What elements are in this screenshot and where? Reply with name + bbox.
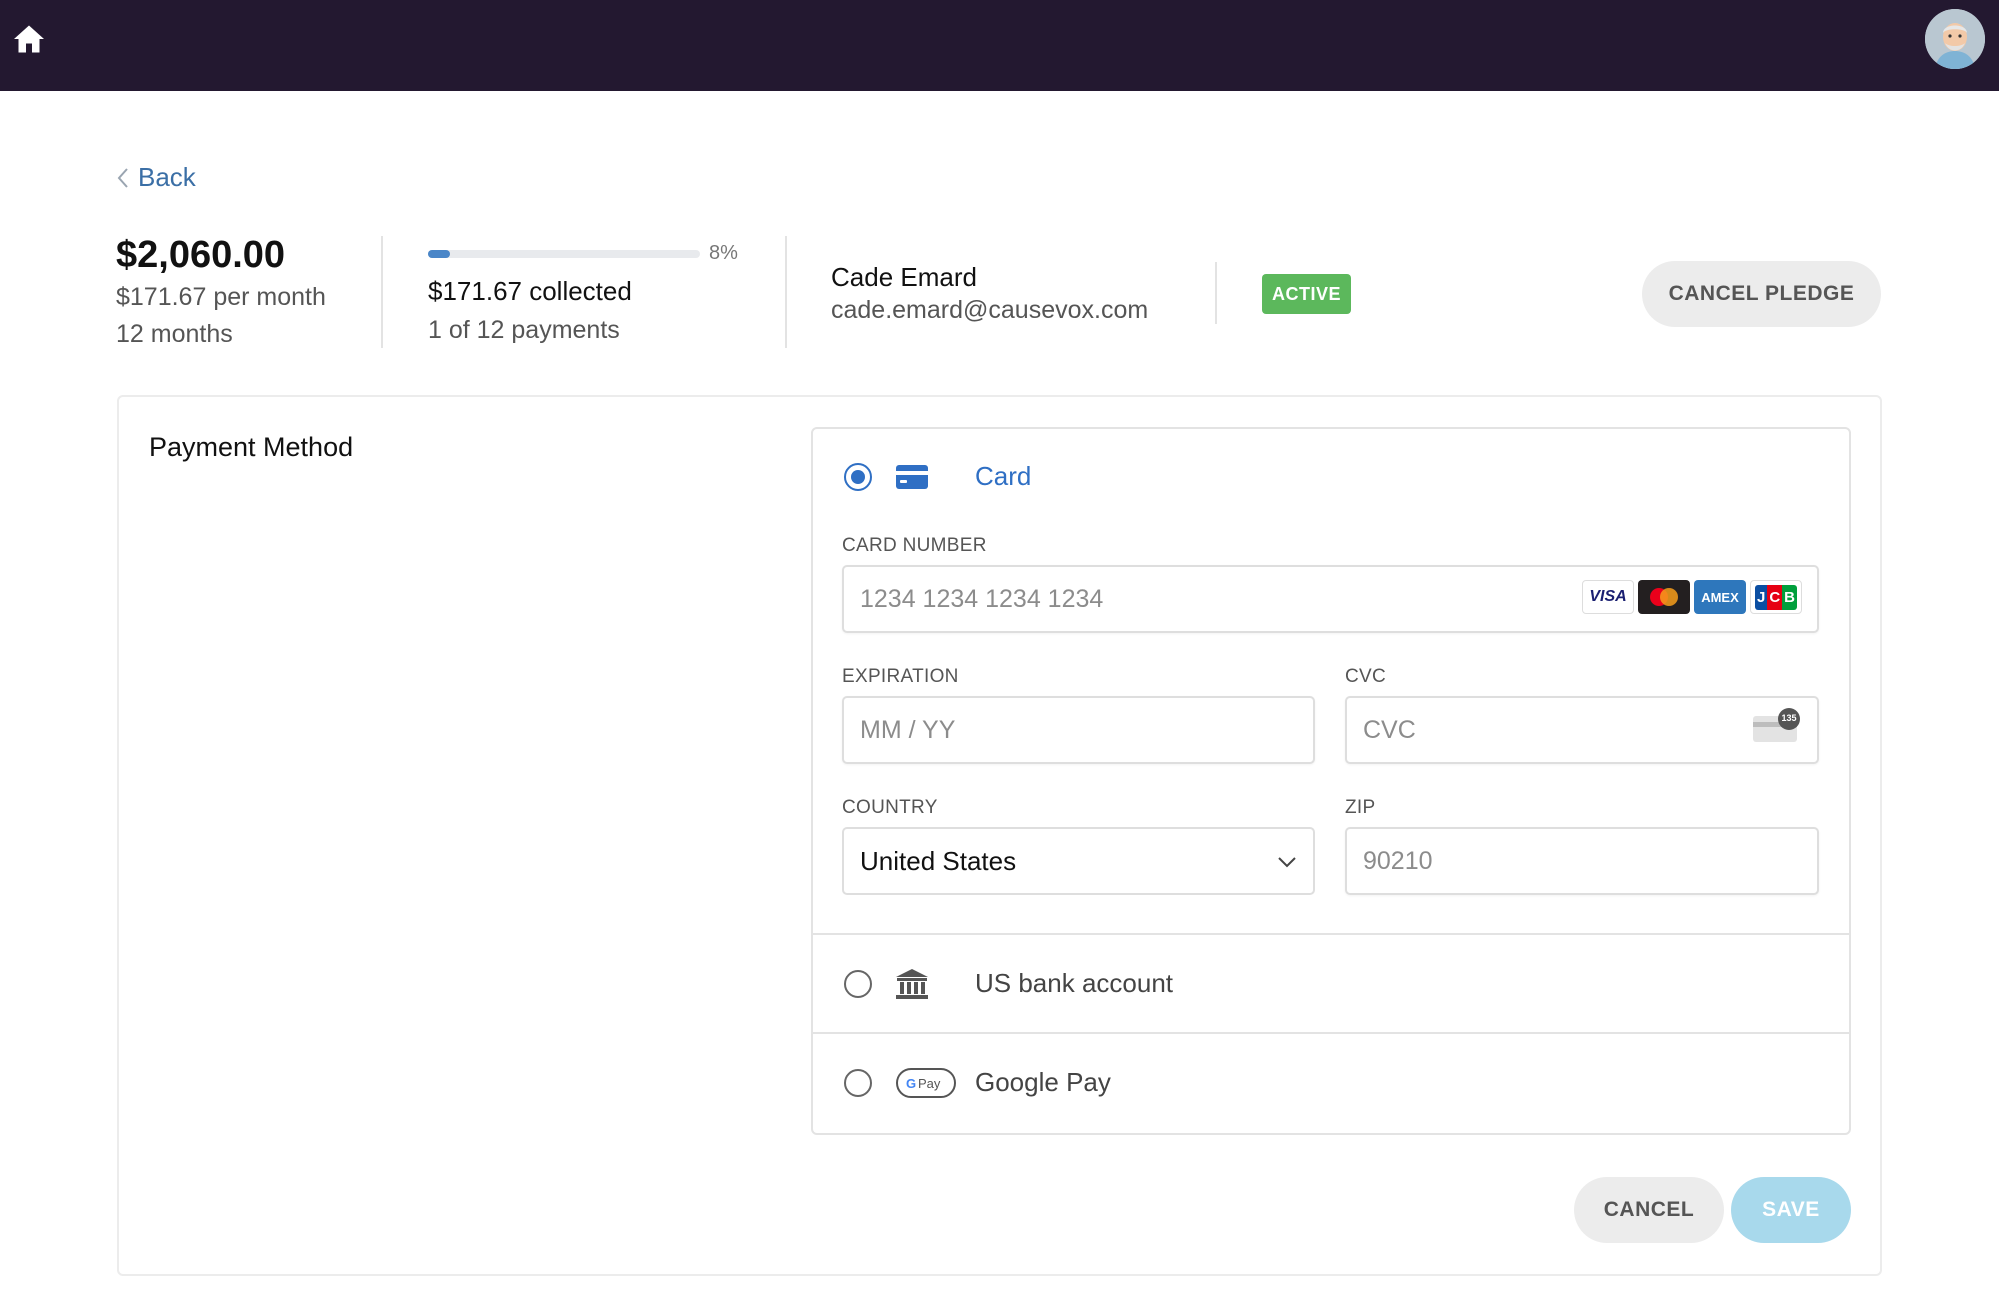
progress-percent: 8% <box>709 242 738 264</box>
payment-methods-box <box>811 427 1851 1135</box>
divider <box>813 933 1849 935</box>
pledge-duration: 12 months <box>116 320 233 348</box>
donor-name: Cade Emard <box>831 262 977 292</box>
chevron-left-icon <box>117 167 128 188</box>
jcb-icon: JCB <box>1750 580 1802 614</box>
cancel-button[interactable]: CANCEL <box>1574 1177 1724 1243</box>
zip-label: ZIP <box>1345 797 1376 818</box>
mastercard-icon <box>1638 580 1690 614</box>
chevron-down-icon <box>1278 857 1296 868</box>
country-value: United States <box>860 845 1017 876</box>
cvc-label: CVC <box>1345 666 1387 687</box>
pledge-total: $2,060.00 <box>116 234 286 276</box>
country-label: COUNTRY <box>842 797 938 818</box>
back-label: Back <box>138 162 196 192</box>
method-google-pay-label[interactable]: Google Pay <box>975 1067 1111 1098</box>
progress-fill <box>428 250 450 258</box>
radio-google-pay[interactable] <box>844 1069 872 1097</box>
google-pay-icon: G Pay <box>896 1068 956 1098</box>
collected-amount: $171.67 collected <box>428 276 632 306</box>
progress-bar <box>428 250 700 258</box>
top-navigation-bar <box>0 0 1999 91</box>
radio-us-bank[interactable] <box>844 970 872 998</box>
cvc-icon-badge: 135 <box>1781 713 1797 723</box>
method-card-label[interactable]: Card <box>975 461 1031 492</box>
user-avatar[interactable] <box>1925 9 1985 69</box>
svg-text:Pay: Pay <box>918 1076 941 1091</box>
amex-icon: AMEX <box>1694 580 1746 614</box>
bank-icon <box>896 969 928 999</box>
donor-email: cade.emard@causevox.com <box>831 296 1149 324</box>
cancel-pledge-button[interactable]: CANCEL PLEDGE <box>1642 261 1881 327</box>
payment-method-title: Payment Method <box>149 432 354 462</box>
svg-text:G: G <box>906 1076 916 1091</box>
expiration-input[interactable] <box>842 696 1315 764</box>
divider <box>813 1032 1849 1034</box>
back-link[interactable]: Back <box>116 162 196 193</box>
status-badge: ACTIVE <box>1262 274 1351 314</box>
save-button[interactable]: SAVE <box>1731 1177 1851 1243</box>
method-bank-label[interactable]: US bank account <box>975 968 1173 999</box>
expiration-label: EXPIRATION <box>842 666 959 687</box>
credit-card-icon <box>896 465 928 489</box>
zip-input[interactable] <box>1345 827 1819 895</box>
card-number-label: CARD NUMBER <box>842 535 987 556</box>
cvc-input[interactable] <box>1345 696 1819 764</box>
divider <box>381 236 383 348</box>
visa-icon: VISA <box>1582 580 1634 614</box>
home-icon[interactable] <box>11 21 47 57</box>
payments-count: 1 of 12 payments <box>428 316 620 344</box>
country-select[interactable]: United States <box>842 827 1315 895</box>
monthly-amount: $171.67 per month <box>116 283 326 311</box>
radio-card[interactable] <box>844 463 872 491</box>
cvc-card-icon: 135 <box>1752 708 1802 744</box>
divider <box>1215 262 1217 324</box>
divider <box>785 236 787 348</box>
